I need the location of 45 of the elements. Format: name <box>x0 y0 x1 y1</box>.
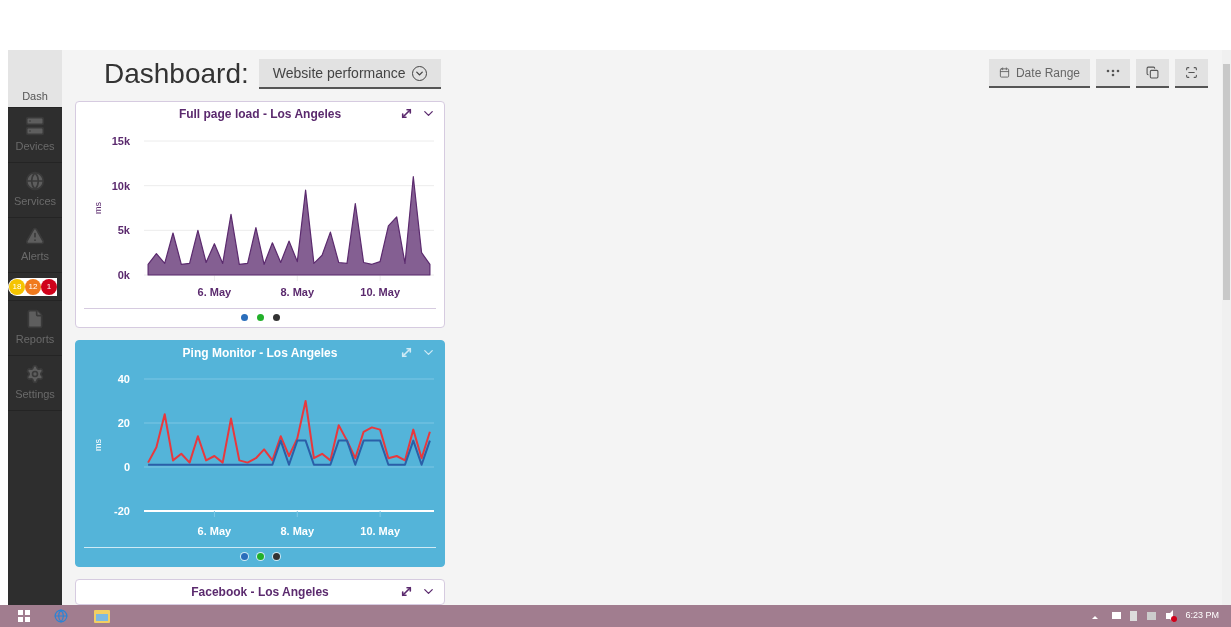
y-tick-label: 40 <box>117 373 130 385</box>
y-tick-label: 20 <box>117 417 130 429</box>
y-tick-label: 0k <box>117 269 130 281</box>
date-range-button[interactable]: Date Range <box>988 59 1090 88</box>
widget-title: Full page load - Los Angeles <box>178 106 342 123</box>
tray-icons-drawing[interactable] <box>1092 610 1178 622</box>
alerts-icon <box>25 225 45 246</box>
reports-icon <box>25 308 45 329</box>
x-tick-label: 6. May <box>197 525 232 537</box>
alert-count: 1 <box>41 278 57 295</box>
toolbar-button[interactable] <box>1136 59 1169 88</box>
alert-count: 18 <box>9 278 25 295</box>
y-axis-label: ms <box>93 202 103 214</box>
toolbar-button[interactable] <box>1096 59 1130 88</box>
windows-start-icon[interactable] <box>18 610 30 622</box>
y-axis-label: ms <box>93 439 103 451</box>
x-tick-label: 10. May <box>360 525 400 537</box>
x-tick-label: 8. May <box>280 286 315 298</box>
y-tick-label: 0 <box>123 461 130 473</box>
dots-icon <box>1106 68 1120 77</box>
settings-icon <box>25 363 45 384</box>
alert-count: 12 <box>25 278 41 295</box>
x-tick-label: 8. May <box>280 525 315 537</box>
expand-icon[interactable] <box>400 107 413 120</box>
widget-title: Facebook - Los Angeles <box>191 584 329 601</box>
y-tick-label: -20 <box>114 505 130 517</box>
scrollbar-thumb[interactable] <box>1223 64 1230 300</box>
y-tick-label: 5k <box>117 224 130 237</box>
x-tick-label: 6. May <box>197 286 232 298</box>
services-icon <box>25 170 45 191</box>
devices-icon <box>25 115 45 136</box>
dashboard-select[interactable]: Website performance <box>258 59 441 89</box>
y-tick-label: 15k <box>111 135 130 147</box>
fullscreen-icon <box>1185 66 1198 79</box>
toolbar-button[interactable] <box>1175 59 1208 88</box>
expand-icon[interactable] <box>400 585 413 598</box>
page-title: Dashboard: <box>104 57 249 91</box>
x-tick-label: 10. May <box>360 286 400 298</box>
sidebar-item[interactable]: Dash <box>8 50 62 108</box>
copy-icon <box>1146 66 1159 79</box>
alert-count-badges[interactable]: 18 12 1 <box>8 277 57 296</box>
calendar-icon <box>998 67 1010 78</box>
widget-title: Ping Monitor - Los Angeles <box>182 345 338 362</box>
clock[interactable]: 6:23 PM <box>1185 609 1219 623</box>
y-tick-label: 10k <box>111 179 130 192</box>
